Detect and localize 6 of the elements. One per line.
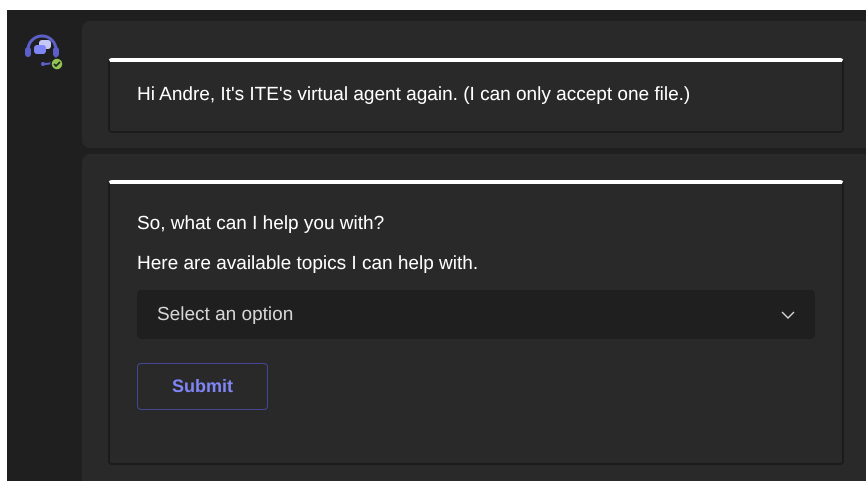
- hint-text: Here are available topics I can help with.: [137, 252, 478, 276]
- message-text: Hi Andre, It's ITE's virtual agent again. (I can only accept one file.): [137, 83, 690, 107]
- option-dropdown[interactable]: Select an option: [137, 290, 815, 339]
- prompt-text: So, what can I help you with?: [137, 212, 384, 236]
- submit-button[interactable]: Submit: [137, 363, 268, 410]
- chevron-down-icon: [781, 310, 795, 318]
